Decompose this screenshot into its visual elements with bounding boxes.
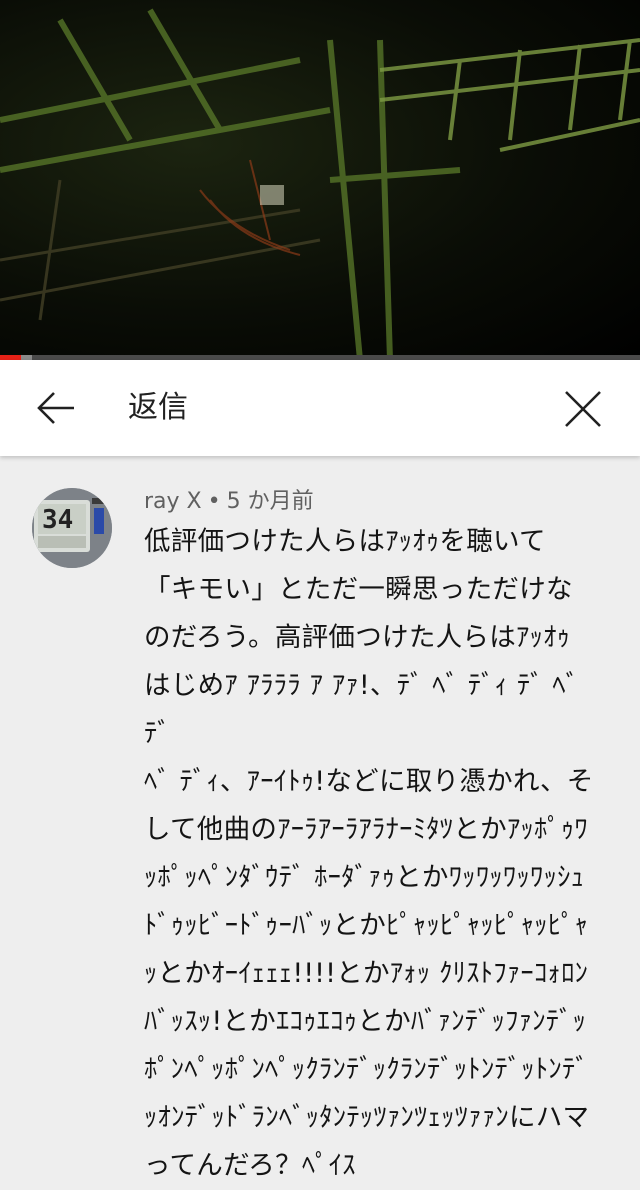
avatar-clock-image: 34 [32, 488, 112, 568]
comment-meta: ray X • 5 か月前 [144, 486, 314, 518]
video-frame-scaffold-image [0, 8, 640, 360]
meta-separator: • [207, 489, 221, 514]
comment-text: 低評価つけた人らはｱｯｵｩを聴いて 「キモい」とただ一瞬思っただけな のだろう。… [144, 526, 594, 1181]
arrow-left-icon [37, 392, 74, 424]
replies-header: 返信 [0, 360, 640, 456]
close-button[interactable] [548, 378, 620, 438]
back-button[interactable] [22, 380, 94, 436]
comment-author[interactable]: ray X [144, 489, 202, 514]
comment-item: 34 ray X • 5 か月前 低評価つけた人らはｱｯｵｩを聴いて 「キモい」とた… [0, 456, 640, 1181]
comment-timestamp: 5 か月前 [226, 489, 314, 514]
video-player[interactable] [0, 0, 640, 360]
page-title: 返信 [128, 390, 188, 425]
close-icon [565, 391, 601, 427]
avatar-clock-digits: 34 [42, 505, 73, 535]
avatar[interactable]: 34 [32, 488, 112, 568]
